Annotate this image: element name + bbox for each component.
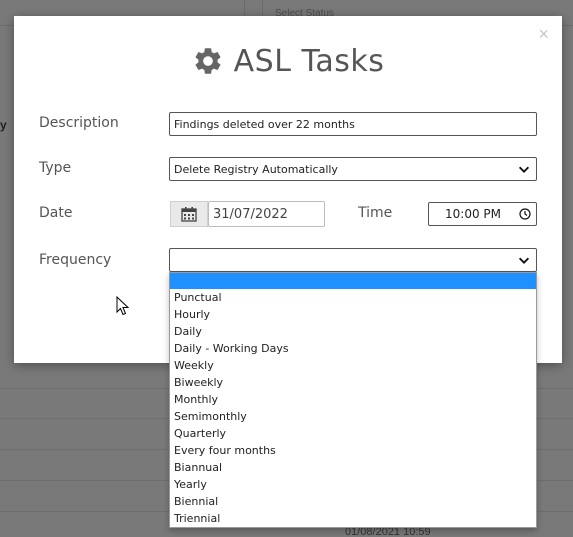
clock-icon[interactable] [519,208,531,220]
frequency-option-semimonthly[interactable]: Semimonthly [170,408,536,425]
gear-icon [195,48,221,74]
frequency-option-biennial[interactable]: Biennial [170,493,536,510]
modal-header: ASL Tasks [14,41,562,81]
frequency-option-blank[interactable] [170,273,536,289]
type-select-value: Delete Registry Automatically [174,163,338,176]
frequency-option-quarterly[interactable]: Quarterly [170,425,536,442]
type-label: Type [39,160,72,176]
calendar-icon [181,207,197,222]
frequency-option-hourly[interactable]: Hourly [170,306,536,323]
frequency-option-daily-working-days[interactable]: Daily - Working Days [170,340,536,357]
time-label: Time [358,205,393,221]
time-input-value: 10:00 PM [445,207,501,221]
date-label: Date [39,205,73,221]
frequency-dropdown-list: Punctual Hourly Daily Daily - Working Da… [169,272,537,528]
frequency-label: Frequency [39,252,112,268]
date-input[interactable]: 31/07/2022 [208,201,325,227]
calendar-button[interactable] [170,201,208,227]
type-select[interactable]: Delete Registry Automatically [169,157,537,181]
modal-title: ASL Tasks [233,43,385,79]
frequency-option-biweekly[interactable]: Biweekly [170,374,536,391]
frequency-option-daily[interactable]: Daily [170,323,536,340]
frequency-option-yearly[interactable]: Yearly [170,476,536,493]
frequency-option-punctual[interactable]: Punctual [170,289,536,306]
frequency-option-biannual[interactable]: Biannual [170,459,536,476]
frequency-option-weekly[interactable]: Weekly [170,357,536,374]
frequency-option-every-four-months[interactable]: Every four months [170,442,536,459]
frequency-option-monthly[interactable]: Monthly [170,391,536,408]
description-input[interactable]: Findings deleted over 22 months [169,112,537,136]
chevron-down-icon [518,166,530,173]
description-label: Description [39,115,119,131]
frequency-option-triennial[interactable]: Triennial [170,510,536,527]
mouse-pointer-icon [116,296,130,316]
frequency-select[interactable] [169,248,537,272]
chevron-down-icon [518,257,530,264]
time-input[interactable]: 10:00 PM [428,202,537,226]
